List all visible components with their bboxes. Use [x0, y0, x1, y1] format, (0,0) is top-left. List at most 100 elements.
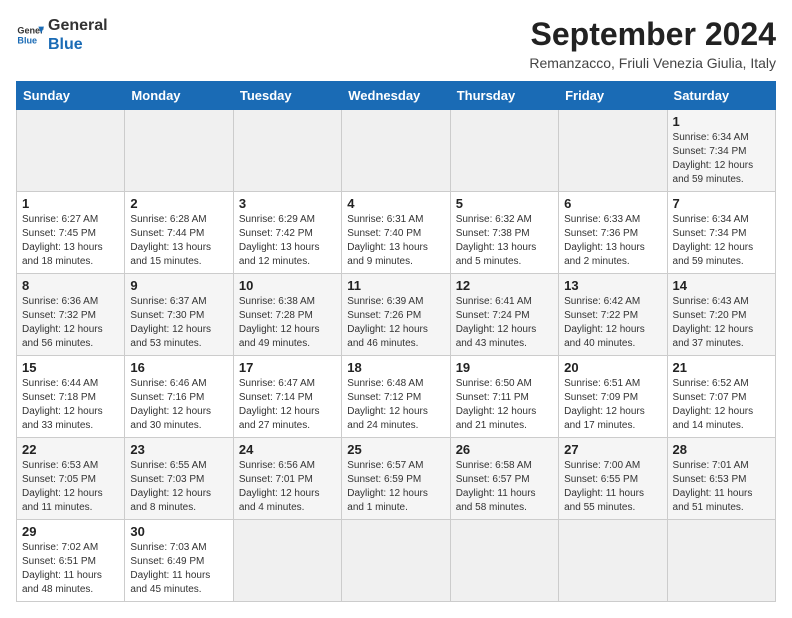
calendar-week-1: 1 Sunrise: 6:34 AMSunset: 7:34 PMDayligh… [17, 110, 776, 192]
calendar-week-4: 15 Sunrise: 6:44 AMSunset: 7:18 PMDaylig… [17, 356, 776, 438]
calendar-cell: 2 Sunrise: 6:28 AMSunset: 7:44 PMDayligh… [125, 192, 233, 274]
day-detail: Sunrise: 6:52 AMSunset: 7:07 PMDaylight:… [673, 378, 754, 431]
day-detail: Sunrise: 6:50 AMSunset: 7:11 PMDaylight:… [456, 378, 537, 431]
day-detail: Sunrise: 6:41 AMSunset: 7:24 PMDaylight:… [456, 296, 537, 349]
day-number: 9 [130, 278, 227, 293]
col-tuesday: Tuesday [233, 82, 341, 110]
col-saturday: Saturday [667, 82, 775, 110]
day-detail: Sunrise: 6:38 AMSunset: 7:28 PMDaylight:… [239, 296, 320, 349]
calendar-week-6: 29 Sunrise: 7:02 AMSunset: 6:51 PMDaylig… [17, 520, 776, 602]
day-number: 7 [673, 196, 770, 211]
calendar-cell [233, 110, 341, 192]
calendar-cell: 30 Sunrise: 7:03 AMSunset: 6:49 PMDaylig… [125, 520, 233, 602]
calendar-cell: 15 Sunrise: 6:44 AMSunset: 7:18 PMDaylig… [17, 356, 125, 438]
day-number: 24 [239, 442, 336, 457]
calendar-cell: 22 Sunrise: 6:53 AMSunset: 7:05 PMDaylig… [17, 438, 125, 520]
day-detail: Sunrise: 6:32 AMSunset: 7:38 PMDaylight:… [456, 214, 537, 267]
calendar-week-5: 22 Sunrise: 6:53 AMSunset: 7:05 PMDaylig… [17, 438, 776, 520]
day-number: 3 [239, 196, 336, 211]
day-number: 20 [564, 360, 661, 375]
calendar-cell: 8 Sunrise: 6:36 AMSunset: 7:32 PMDayligh… [17, 274, 125, 356]
calendar-cell [342, 520, 450, 602]
calendar-cell [450, 520, 558, 602]
calendar-cell: 13 Sunrise: 6:42 AMSunset: 7:22 PMDaylig… [559, 274, 667, 356]
calendar-cell: 11 Sunrise: 6:39 AMSunset: 7:26 PMDaylig… [342, 274, 450, 356]
calendar-week-3: 8 Sunrise: 6:36 AMSunset: 7:32 PMDayligh… [17, 274, 776, 356]
logo-text-general: General [48, 16, 108, 35]
day-number: 25 [347, 442, 444, 457]
calendar-cell [17, 110, 125, 192]
title-block: September 2024 Remanzacco, Friuli Venezi… [529, 16, 776, 71]
day-detail: Sunrise: 6:39 AMSunset: 7:26 PMDaylight:… [347, 296, 428, 349]
calendar-cell [125, 110, 233, 192]
day-detail: Sunrise: 6:44 AMSunset: 7:18 PMDaylight:… [22, 378, 103, 431]
day-detail: Sunrise: 6:28 AMSunset: 7:44 PMDaylight:… [130, 214, 211, 267]
day-detail: Sunrise: 7:01 AMSunset: 6:53 PMDaylight:… [673, 460, 753, 513]
day-number: 22 [22, 442, 119, 457]
day-detail: Sunrise: 6:46 AMSunset: 7:16 PMDaylight:… [130, 378, 211, 431]
day-detail: Sunrise: 6:33 AMSunset: 7:36 PMDaylight:… [564, 214, 645, 267]
calendar-cell: 24 Sunrise: 6:56 AMSunset: 7:01 PMDaylig… [233, 438, 341, 520]
calendar-cell: 12 Sunrise: 6:41 AMSunset: 7:24 PMDaylig… [450, 274, 558, 356]
calendar-cell: 23 Sunrise: 6:55 AMSunset: 7:03 PMDaylig… [125, 438, 233, 520]
day-detail: Sunrise: 6:58 AMSunset: 6:57 PMDaylight:… [456, 460, 536, 513]
calendar-table: Sunday Monday Tuesday Wednesday Thursday… [16, 81, 776, 602]
day-number: 18 [347, 360, 444, 375]
calendar-cell: 9 Sunrise: 6:37 AMSunset: 7:30 PMDayligh… [125, 274, 233, 356]
calendar-cell [450, 110, 558, 192]
col-sunday: Sunday [17, 82, 125, 110]
col-friday: Friday [559, 82, 667, 110]
logo-icon: General Blue [16, 21, 44, 49]
logo-text-blue: Blue [48, 35, 108, 54]
day-number: 21 [673, 360, 770, 375]
calendar-cell: 21 Sunrise: 6:52 AMSunset: 7:07 PMDaylig… [667, 356, 775, 438]
day-number: 14 [673, 278, 770, 293]
calendar-cell: 19 Sunrise: 6:50 AMSunset: 7:11 PMDaylig… [450, 356, 558, 438]
day-detail: Sunrise: 7:03 AMSunset: 6:49 PMDaylight:… [130, 542, 210, 595]
day-detail: Sunrise: 6:37 AMSunset: 7:30 PMDaylight:… [130, 296, 211, 349]
day-number: 11 [347, 278, 444, 293]
calendar-cell: 20 Sunrise: 6:51 AMSunset: 7:09 PMDaylig… [559, 356, 667, 438]
day-detail: Sunrise: 6:34 AMSunset: 7:34 PMDaylight:… [673, 214, 754, 267]
calendar-cell: 4 Sunrise: 6:31 AMSunset: 7:40 PMDayligh… [342, 192, 450, 274]
svg-text:Blue: Blue [17, 36, 37, 46]
col-monday: Monday [125, 82, 233, 110]
day-number: 2 [130, 196, 227, 211]
calendar-cell: 5 Sunrise: 6:32 AMSunset: 7:38 PMDayligh… [450, 192, 558, 274]
day-detail: Sunrise: 6:42 AMSunset: 7:22 PMDaylight:… [564, 296, 645, 349]
calendar-cell: 10 Sunrise: 6:38 AMSunset: 7:28 PMDaylig… [233, 274, 341, 356]
calendar-week-2: 1 Sunrise: 6:27 AMSunset: 7:45 PMDayligh… [17, 192, 776, 274]
calendar-cell: 14 Sunrise: 6:43 AMSunset: 7:20 PMDaylig… [667, 274, 775, 356]
day-number: 15 [22, 360, 119, 375]
calendar-cell: 29 Sunrise: 7:02 AMSunset: 6:51 PMDaylig… [17, 520, 125, 602]
calendar-cell: 18 Sunrise: 6:48 AMSunset: 7:12 PMDaylig… [342, 356, 450, 438]
day-number: 6 [564, 196, 661, 211]
day-number: 16 [130, 360, 227, 375]
calendar-cell [559, 110, 667, 192]
calendar-header-row: Sunday Monday Tuesday Wednesday Thursday… [17, 82, 776, 110]
day-number: 4 [347, 196, 444, 211]
day-detail: Sunrise: 6:55 AMSunset: 7:03 PMDaylight:… [130, 460, 211, 513]
day-detail: Sunrise: 6:29 AMSunset: 7:42 PMDaylight:… [239, 214, 320, 267]
day-number: 10 [239, 278, 336, 293]
day-number: 30 [130, 524, 227, 539]
day-detail: Sunrise: 6:36 AMSunset: 7:32 PMDaylight:… [22, 296, 103, 349]
day-number: 1 [22, 196, 119, 211]
day-detail: Sunrise: 6:51 AMSunset: 7:09 PMDaylight:… [564, 378, 645, 431]
day-number: 5 [456, 196, 553, 211]
calendar-cell: 16 Sunrise: 6:46 AMSunset: 7:16 PMDaylig… [125, 356, 233, 438]
calendar-cell [559, 520, 667, 602]
calendar-cell: 17 Sunrise: 6:47 AMSunset: 7:14 PMDaylig… [233, 356, 341, 438]
day-number: 27 [564, 442, 661, 457]
day-detail: Sunrise: 6:34 AMSunset: 7:34 PMDaylight:… [673, 132, 754, 185]
day-detail: Sunrise: 6:48 AMSunset: 7:12 PMDaylight:… [347, 378, 428, 431]
day-number: 28 [673, 442, 770, 457]
calendar-cell [233, 520, 341, 602]
calendar-cell: 25 Sunrise: 6:57 AMSunset: 6:59 PMDaylig… [342, 438, 450, 520]
day-detail: Sunrise: 6:43 AMSunset: 7:20 PMDaylight:… [673, 296, 754, 349]
day-number: 17 [239, 360, 336, 375]
day-number: 23 [130, 442, 227, 457]
calendar-cell [667, 520, 775, 602]
col-thursday: Thursday [450, 82, 558, 110]
logo: General Blue General Blue [16, 16, 108, 54]
